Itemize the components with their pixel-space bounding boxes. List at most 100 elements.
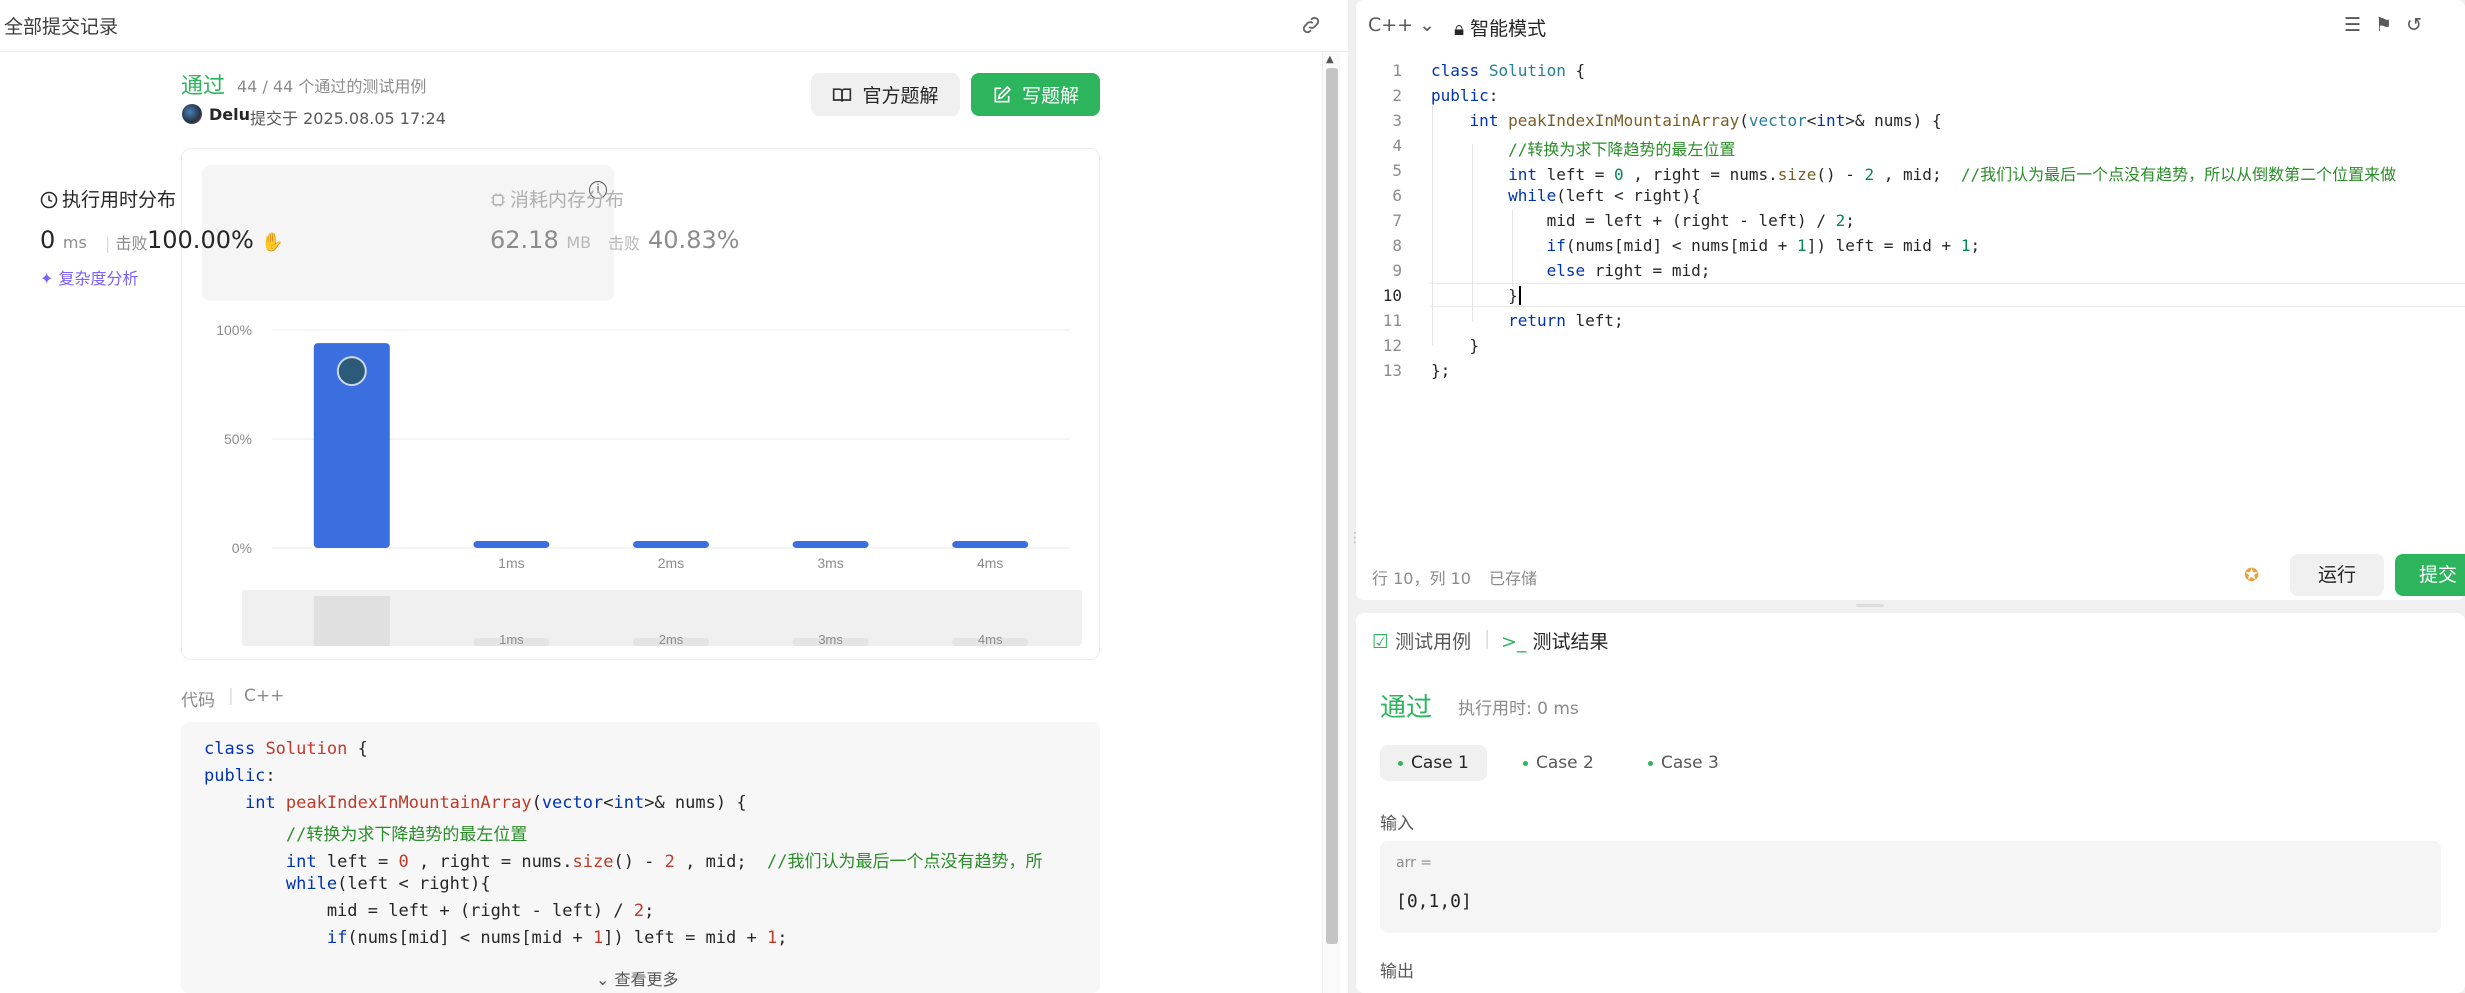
language-selector[interactable]: C++ ⌄ <box>1368 14 1435 36</box>
minimap-tick-label: 3ms <box>818 632 843 647</box>
tab-divider: | <box>1484 627 1491 649</box>
result-status: 通过 <box>1380 693 1433 723</box>
line-number: 13 <box>1382 361 1402 380</box>
submitted-code[interactable]: class Solution { public: int peakIndexIn… <box>181 722 1100 993</box>
submission-panel: 全部提交记录 通过 44 / 44 个通过的测试用例 Delu 提交于 2025… <box>0 0 1348 993</box>
cursor-position: 行 10，列 10 <box>1372 569 1471 588</box>
pass-dot <box>1398 760 1403 766</box>
output-label: 输出 <box>1380 962 1414 982</box>
case-label: Case 2 <box>1536 753 1594 773</box>
case-3-tab[interactable]: Case 3 <box>1630 745 1737 781</box>
format-icon[interactable]: ☰ <box>2344 14 2375 36</box>
scrollbar-thumb[interactable] <box>1326 68 1338 944</box>
line-number: 6 <box>1392 186 1402 205</box>
checkbox-icon: ☑ <box>1372 631 1390 653</box>
result-time: 执行用时: 0 ms <box>1458 699 1579 719</box>
bar <box>952 541 1029 548</box>
show-more-label: 查看更多 <box>614 970 679 989</box>
minimap-window <box>313 596 390 646</box>
code-line: int left = 0 , right = nums.size() - 2 ,… <box>285 852 1043 872</box>
line-number: 12 <box>1382 336 1402 355</box>
y-tick-label: 100% <box>216 322 252 338</box>
input-label: 输入 <box>1380 814 1414 834</box>
editor-line[interactable]: int peakIndexInMountainArray(vector<int>… <box>1431 111 1942 130</box>
editor-line[interactable]: } <box>1431 336 1480 355</box>
line-number: 10 <box>1382 286 1402 305</box>
bar <box>792 541 869 548</box>
case-label: Case 1 <box>1411 753 1469 773</box>
line-number: 4 <box>1392 136 1402 155</box>
tab-test-cases-label: 测试用例 <box>1395 631 1472 653</box>
pass-dot <box>1648 760 1653 766</box>
x-tick-label: 2ms <box>658 555 684 571</box>
results-panel: ☑ 测试用例 | >_ 测试结果 通过 执行用时: 0 ms Case 1 Ca… <box>1356 613 2465 993</box>
terminal-icon: >_ <box>1501 631 1527 653</box>
code-editor: C++ ⌄ 🔒︎ 智能模式 ☰⚑↺ 1 2 3 4 5 6 7 8 9 10 1… <box>1356 0 2465 600</box>
editor-line[interactable]: if(nums[mid] < nums[mid + 1]) left = mid… <box>1431 236 1981 255</box>
link-icon[interactable] <box>1300 14 1322 41</box>
line-number: 1 <box>1392 61 1402 80</box>
save-status: 已存储 <box>1489 569 1538 588</box>
code-line: //转换为求下降趋势的最左位置 <box>285 825 528 845</box>
code-line: class Solution { <box>204 739 368 759</box>
bar <box>633 541 709 548</box>
lock-icon: 🔒︎ <box>1454 18 1465 40</box>
bookmark-icon[interactable]: ⚑ <box>2375 14 2406 36</box>
line-number: 11 <box>1382 311 1402 330</box>
editor-line[interactable]: while(left < right){ <box>1431 186 1701 205</box>
language-label: C++ <box>1368 14 1414 36</box>
code-line: if(nums[mid] < nums[mid + 1]) left = mid… <box>326 928 788 948</box>
line-number: 3 <box>1392 111 1402 130</box>
scroll-up-icon[interactable]: ▲ <box>1326 54 1334 65</box>
editor-line[interactable]: public: <box>1431 86 1498 105</box>
code-language: C++ <box>244 686 285 706</box>
mode-selector[interactable]: 🔒︎ 智能模式 <box>1454 14 1546 41</box>
debug-icon[interactable]: ✪ <box>2244 565 2259 586</box>
tab-test-result-label: 测试结果 <box>1532 631 1609 653</box>
editor-line[interactable]: //转换为求下降趋势的最左位置 <box>1431 136 1735 160</box>
editor-toolbar: ☰⚑↺ <box>2344 14 2436 36</box>
pass-dot <box>1523 760 1528 766</box>
case-label: Case 3 <box>1661 753 1719 773</box>
y-tick-label: 50% <box>224 431 252 447</box>
run-button[interactable]: 运行 <box>2290 554 2384 596</box>
line-number: 5 <box>1392 161 1402 180</box>
editor-line[interactable]: mid = left + (right - left) / 2; <box>1431 211 1855 230</box>
x-tick-label: 4ms <box>977 555 1003 571</box>
editor-area: C++ ⌄ 🔒︎ 智能模式 ☰⚑↺ 1 2 3 4 5 6 7 8 9 10 1… <box>1356 0 2465 993</box>
line-number: 8 <box>1392 236 1402 255</box>
code-line: int peakIndexInMountainArray(vector<int>… <box>244 793 747 813</box>
tab-test-result[interactable]: >_ 测试结果 <box>1501 627 1608 654</box>
editor-line[interactable]: return left; <box>1431 311 1624 330</box>
line-number: 2 <box>1392 86 1402 105</box>
chevron-down-icon: ⌄ <box>1419 14 1436 36</box>
tab-test-cases[interactable]: ☑ 测试用例 <box>1372 627 1471 654</box>
resize-handle[interactable] <box>1856 604 1884 607</box>
editor-line[interactable]: else right = mid; <box>1431 261 1711 280</box>
y-tick-label: 0% <box>232 540 252 556</box>
scrollbar[interactable]: ▲ <box>1322 52 1340 993</box>
x-tick-label: 1ms <box>498 555 524 571</box>
input-box: arr = [0,1,0] <box>1380 841 2441 933</box>
runtime-distribution-chart[interactable]: 100% 50% 0% 1ms 2ms 3ms 4ms 1ms 2ms 3ms 4ms <box>0 0 1100 660</box>
mode-label: 智能模式 <box>1470 18 1547 40</box>
code-divider: | <box>228 686 234 706</box>
chevron-double-down-icon: ⌄ <box>596 970 610 989</box>
editor-line[interactable]: int left = 0 , right = nums.size() - 2 ,… <box>1431 161 2396 185</box>
editor-line[interactable]: class Solution { <box>1431 61 1585 80</box>
input-var-name: arr = <box>1396 855 1433 871</box>
user-avatar-marker <box>336 356 367 387</box>
code-line: while(left < right){ <box>285 874 491 894</box>
code-line: public: <box>204 766 276 786</box>
undo-icon[interactable]: ↺ <box>2406 14 2436 36</box>
editor-line[interactable]: } <box>1431 286 1521 305</box>
bar <box>473 541 550 548</box>
editor-line[interactable]: }; <box>1431 361 1450 380</box>
show-more-button[interactable]: ⌄ 查看更多 <box>596 966 679 990</box>
case-1-tab[interactable]: Case 1 <box>1380 745 1487 781</box>
code-label: 代码 <box>181 691 215 711</box>
case-2-tab[interactable]: Case 2 <box>1505 745 1612 781</box>
code-line: mid = left + (right - left) / 2; <box>204 901 655 921</box>
line-number: 7 <box>1392 211 1402 230</box>
submit-button[interactable]: 提交 <box>2395 554 2465 596</box>
